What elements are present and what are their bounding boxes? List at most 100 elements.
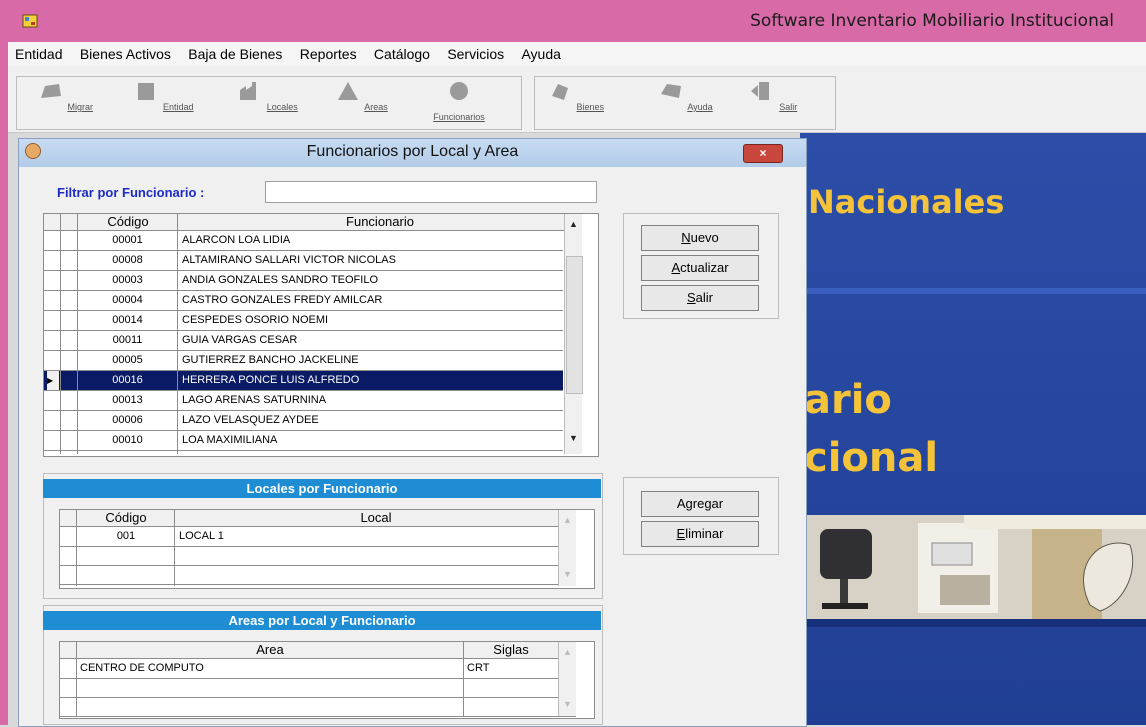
window-left-border: [0, 42, 8, 725]
goods-icon: [551, 84, 568, 100]
dialog-title: Funcionarios por Local y Area: [306, 143, 519, 160]
areas-button[interactable]: Areas: [324, 76, 398, 128]
col-header-area[interactable]: Area: [78, 642, 462, 658]
exit-door-icon: [750, 82, 769, 100]
salir-toolbar-label: Salir: [779, 102, 798, 112]
scroll-down-arrow-icon[interactable]: ▼: [559, 696, 576, 713]
entidad-button[interactable]: Entidad: [126, 76, 200, 128]
locales-empty-row[interactable]: [60, 546, 576, 566]
splash-stripe: [800, 288, 1146, 294]
scroll-up-arrow-icon[interactable]: ▲: [559, 644, 576, 661]
splash-text-nacionales: Nacionales: [808, 183, 1005, 221]
col-header-funcionario[interactable]: Funcionario: [178, 214, 582, 230]
actions-box: Nuevo Actualizar Salir: [623, 213, 779, 319]
migrar-button[interactable]: Migrar: [28, 76, 102, 128]
salir-toolbar-button[interactable]: Salir: [736, 76, 810, 128]
menu-bienes-activos[interactable]: Bienes Activos: [73, 42, 178, 62]
funcionario-row[interactable]: 00003 ANDIA GONZALES SANDRO TEOFILO: [44, 271, 563, 291]
menu-bar: Entidad Bienes Activos Baja de Bienes Re…: [8, 42, 1146, 66]
scroll-up-arrow-icon[interactable]: ▲: [565, 216, 582, 233]
toolbar: Migrar Entidad Locales Areas Funcionario…: [8, 66, 1146, 133]
area-nombre-cell: CENTRO DE COMPUTO: [80, 662, 204, 674]
locales-grid: Código Local 001 LOCAL 1 ▲ ▼: [59, 509, 595, 589]
ayuda-label: Ayuda: [687, 102, 713, 112]
grid-divider: [463, 642, 464, 716]
splash-bottom-stripe: [800, 619, 1146, 627]
actualizar-button[interactable]: Actualizar: [641, 255, 759, 281]
areas-label: Areas: [364, 102, 388, 112]
splash-text-ario: ario: [804, 377, 892, 423]
menu-baja-de-bienes[interactable]: Baja de Bienes: [181, 42, 289, 62]
area-icon: [338, 82, 359, 100]
area-siglas-cell: CRT: [467, 662, 490, 674]
area-row[interactable]: CENTRO DE COMPUTO CRT: [60, 659, 576, 679]
areas-empty-row[interactable]: [60, 678, 576, 698]
scroll-thumb[interactable]: [566, 256, 583, 394]
menu-entidad[interactable]: Entidad: [8, 42, 69, 62]
ayuda-button[interactable]: Ayuda: [648, 76, 722, 128]
filter-funcionario-input[interactable]: [265, 181, 597, 203]
funcionario-nombre-cell: ALARCON LOA LIDIA: [182, 234, 291, 246]
funcionario-nombre-cell: ALTAMIRANO SALLARI VICTOR NICOLAS: [182, 254, 396, 266]
dialog-close-button[interactable]: ×: [743, 144, 783, 163]
funcionario-row[interactable]: 00010 LOA MAXIMILIANA: [44, 431, 563, 451]
funcionario-codigo-cell: 00014: [112, 314, 143, 326]
areas-scrollbar[interactable]: ▲ ▼: [558, 642, 576, 716]
funcionarios-grid-header: Código Funcionario: [44, 214, 582, 231]
col-header-siglas[interactable]: Siglas: [464, 642, 558, 658]
window-titlebar: Software Inventario Mobiliario Instituci…: [0, 0, 1146, 42]
funcionario-codigo-cell: 00010: [112, 434, 143, 446]
funcionario-row[interactable]: 00013 LAGO ARENAS SATURNINA: [44, 391, 563, 411]
col-header-local-codigo[interactable]: Código: [78, 510, 174, 526]
funcionarios-label: Funcionarios: [433, 112, 485, 122]
funcionario-row[interactable]: 00014 CESPEDES OSORIO NOEMI: [44, 311, 563, 331]
local-nombre-cell: LOCAL 1: [179, 530, 224, 542]
funcionario-row[interactable]: 00011 GUIA VARGAS CESAR: [44, 331, 563, 351]
funcionario-row[interactable]: 00006 LAZO VELASQUEZ AYDEE: [44, 411, 563, 431]
app-icon: [22, 14, 38, 28]
locales-button[interactable]: Locales: [230, 76, 304, 128]
menu-ayuda[interactable]: Ayuda: [514, 42, 567, 62]
funcionarios-scrollbar[interactable]: ▲ ▼: [564, 214, 583, 454]
migrar-label: Migrar: [67, 102, 94, 112]
col-header-local[interactable]: Local: [176, 510, 576, 526]
funcionario-codigo-cell: 00005: [112, 354, 143, 366]
funcionarios-grid: Código Funcionario 00001 ALARCON LOA LIDI…: [43, 213, 599, 457]
funcionario-nombre-cell: HERRERA PONCE LUIS ALFREDO: [182, 374, 360, 386]
col-header-codigo[interactable]: Código: [78, 214, 178, 230]
building-icon: [138, 83, 155, 100]
dialog-titlebar: Funcionarios por Local y Area ×: [19, 139, 806, 167]
local-row[interactable]: 001 LOCAL 1: [60, 527, 576, 547]
funcionario-nombre-cell: LAZO VELASQUEZ AYDEE: [182, 414, 319, 426]
locales-label: Locales: [266, 102, 298, 112]
current-row-indicator-icon: ▶: [47, 371, 59, 390]
funcionario-row[interactable]: ▶ 00016 HERRERA PONCE LUIS ALFREDO: [44, 371, 563, 391]
scroll-down-arrow-icon[interactable]: ▼: [559, 566, 576, 583]
funcionario-row[interactable]: 00005 GUTIERREZ BANCHO JACKELINE: [44, 351, 563, 371]
salir-button[interactable]: Salir: [641, 285, 759, 311]
eliminar-button[interactable]: Eliminar: [641, 521, 759, 547]
menu-servicios[interactable]: Servicios: [440, 42, 511, 62]
funcionario-row[interactable]: 00004 CASTRO GONZALES FREDY AMILCAR: [44, 291, 563, 311]
scroll-up-arrow-icon[interactable]: ▲: [559, 512, 576, 529]
funcionario-codigo-cell: 00006: [112, 414, 143, 426]
bienes-button[interactable]: Bienes: [538, 76, 612, 128]
help-icon: [661, 84, 682, 98]
bienes-label: Bienes: [576, 102, 605, 112]
funcionario-nombre-cell: CESPEDES OSORIO NOEMI: [182, 314, 329, 326]
nuevo-button[interactable]: Nuevo: [641, 225, 759, 251]
funcionario-row[interactable]: 00001 ALARCON LOA LIDIA: [44, 231, 563, 251]
funcionario-nombre-cell: ANDIA GONZALES SANDRO TEOFILO: [182, 274, 379, 286]
migrate-icon: [40, 84, 61, 98]
menu-catalogo[interactable]: Catálogo: [367, 42, 437, 62]
funcionario-row[interactable]: 00008 ALTAMIRANO SALLARI VICTOR NICOLAS: [44, 251, 563, 271]
locales-scrollbar[interactable]: ▲ ▼: [558, 510, 576, 586]
locales-empty-row[interactable]: [60, 565, 576, 585]
scroll-down-arrow-icon[interactable]: ▼: [565, 430, 582, 447]
locales-section-header: Locales por Funcionario: [43, 479, 601, 498]
funcionarios-button[interactable]: Funcionarios: [422, 76, 496, 128]
agregar-button[interactable]: Agregar: [641, 491, 759, 517]
funcionario-codigo-cell: 00011: [112, 334, 143, 346]
areas-empty-row[interactable]: [60, 697, 576, 717]
menu-reportes[interactable]: Reportes: [293, 42, 364, 62]
